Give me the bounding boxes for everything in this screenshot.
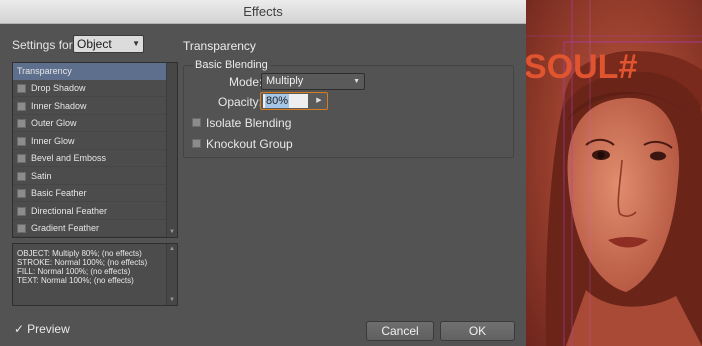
opacity-field[interactable]: 80% ▶ (260, 92, 328, 110)
effect-label: Transparency (17, 66, 72, 76)
section-title: Transparency (183, 39, 256, 53)
effect-label: Inner Shadow (31, 100, 87, 111)
effect-checkbox[interactable] (17, 101, 26, 111)
effect-label: Drop Shadow (31, 83, 86, 93)
dialog-title: Effects (0, 0, 526, 24)
effect-item-satin[interactable]: Satin (13, 168, 166, 185)
scroll-down-arrow-icon[interactable]: ▼ (167, 295, 177, 305)
scroll-up-arrow-icon[interactable]: ▲ (167, 244, 177, 254)
blend-mode-select[interactable]: Multiply ▼ (261, 73, 365, 90)
effect-label: Bevel and Emboss (31, 153, 107, 163)
effect-checkbox[interactable] (17, 84, 26, 93)
ok-button[interactable]: OK (440, 321, 515, 341)
effects-dialog: Effects Settings for: Object ▼ Transpare… (0, 0, 526, 346)
effect-checkbox[interactable] (17, 154, 26, 163)
effect-checkbox[interactable] (17, 136, 26, 146)
effect-item-drop-shadow[interactable]: Drop Shadow (13, 80, 166, 97)
cancel-button[interactable]: Cancel (366, 321, 434, 341)
summary-line: OBJECT: Multiply 80%; (no effects) (17, 249, 142, 258)
isolate-blending-label: Isolate Blending (206, 116, 292, 130)
effect-checkbox[interactable] (17, 206, 26, 216)
preview-label: Preview (27, 322, 70, 336)
preview-checkbox[interactable]: ✓ Preview (14, 322, 70, 336)
effect-label: Outer Glow (31, 118, 77, 128)
checkbox-box[interactable] (192, 118, 201, 128)
effects-list: Transparency Drop Shadow Inner Shadow Ou… (12, 62, 178, 238)
blend-mode-value: Multiply (266, 75, 304, 87)
effect-checkbox[interactable] (17, 189, 26, 198)
settings-for-value: Object (77, 37, 112, 51)
chevron-down-icon: ▼ (353, 78, 360, 85)
effect-item-bevel-and-emboss[interactable]: Bevel and Emboss (13, 150, 166, 167)
knockout-group-label: Knockout Group (206, 137, 293, 151)
summary-scrollbar[interactable]: ▲ ▼ (166, 244, 177, 305)
basic-blending-label: Basic Blending (193, 59, 270, 71)
opacity-slider-arrow-icon[interactable]: ▶ (313, 94, 325, 108)
effect-item-directional-feather[interactable]: Directional Feather (13, 203, 166, 220)
effect-label: Basic Feather (31, 188, 87, 198)
opacity-input[interactable]: 80% (263, 94, 308, 108)
knockout-group-checkbox[interactable]: Knockout Group (192, 137, 293, 151)
settings-for-select[interactable]: Object ▼ (73, 35, 144, 53)
effect-item-outer-glow[interactable]: Outer Glow (13, 115, 166, 132)
checkmark-icon: ✓ (14, 322, 25, 336)
effect-label: Directional Feather (31, 205, 108, 216)
mode-label: Mode: (229, 75, 263, 89)
effect-item-basic-feather[interactable]: Basic Feather (13, 185, 166, 202)
effect-label: Inner Glow (31, 135, 75, 146)
summary-line: TEXT: Normal 100%; (no effects) (17, 276, 134, 285)
effect-item-inner-glow[interactable]: Inner Glow (13, 133, 166, 150)
summary-line: FILL: Normal 100%; (no effects) (17, 267, 131, 276)
summary-line: STROKE: Normal 100%; (no effects) (17, 258, 148, 267)
settings-for-label: Settings for: (12, 38, 77, 52)
chevron-down-icon: ▼ (132, 39, 140, 48)
checkbox-box[interactable] (192, 139, 201, 149)
scroll-down-arrow-icon[interactable]: ▼ (167, 227, 177, 237)
effect-item-transparency[interactable]: Transparency (13, 63, 166, 80)
effect-checkbox[interactable] (17, 119, 26, 128)
opacity-value: 80% (265, 94, 290, 108)
document-artwork: SOUL# (526, 0, 702, 346)
effect-item-gradient-feather[interactable]: Gradient Feather (13, 220, 166, 237)
effect-checkbox[interactable] (17, 171, 26, 181)
effect-label: Gradient Feather (31, 223, 100, 233)
effects-list-scrollbar[interactable]: ▼ (166, 63, 177, 237)
effect-item-inner-shadow[interactable]: Inner Shadow (13, 98, 166, 115)
artwork-headline: SOUL# (526, 48, 637, 86)
settings-summary: OBJECT: Multiply 80%; (no effects) STROK… (12, 243, 178, 306)
opacity-label: Opacity: (218, 95, 263, 109)
effect-checkbox[interactable] (17, 224, 26, 233)
effect-label: Satin (31, 170, 52, 181)
artwork-image: SOUL# (526, 0, 702, 346)
isolate-blending-checkbox[interactable]: Isolate Blending (192, 116, 291, 130)
